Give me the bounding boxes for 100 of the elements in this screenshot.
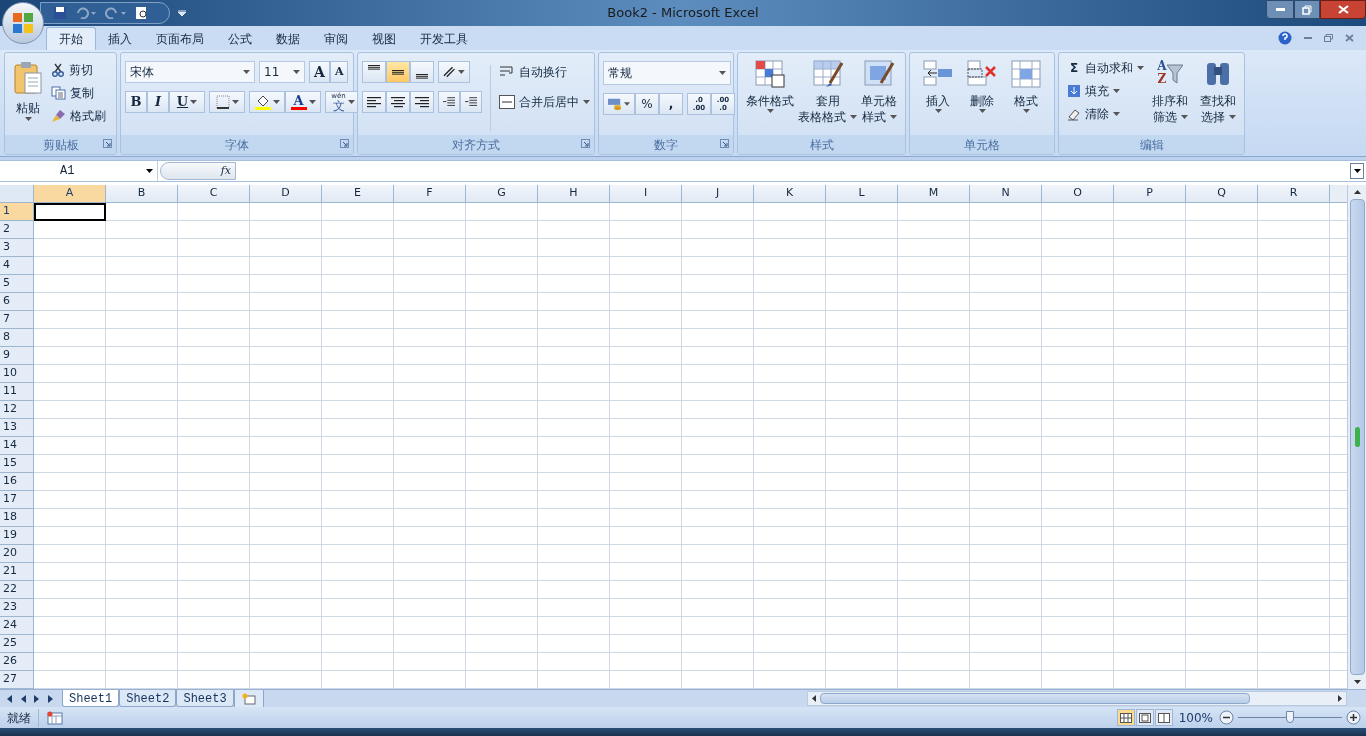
clipboard-command[interactable]: 剪切 [51, 59, 106, 80]
select-all-corner[interactable] [0, 185, 34, 203]
column-header[interactable]: N [970, 185, 1042, 203]
row-header[interactable]: 25 [0, 635, 34, 653]
redo-icon[interactable] [105, 7, 127, 19]
font-color-button[interactable]: A [285, 91, 321, 113]
row-header[interactable]: 5 [0, 275, 34, 293]
style-button[interactable]: 单元格 样式 [861, 57, 897, 135]
horizontal-scrollbar[interactable] [807, 691, 1347, 706]
row-header[interactable]: 8 [0, 329, 34, 347]
row-header[interactable]: 24 [0, 617, 34, 635]
row-header[interactable]: 18 [0, 509, 34, 527]
column-header[interactable]: B [106, 185, 178, 203]
row-header[interactable]: 27 [0, 671, 34, 689]
view-button[interactable] [1116, 709, 1135, 726]
row-header[interactable]: 1 [0, 203, 34, 221]
sort-filter-button[interactable]: A Z 排序和 筛选 [1148, 57, 1192, 135]
vertical-align-button[interactable] [386, 61, 410, 83]
style-button[interactable]: 套用 表格格式 [798, 57, 857, 135]
active-cell[interactable] [34, 203, 106, 221]
column-header[interactable]: O [1042, 185, 1114, 203]
dialog-launcher-icon[interactable] [103, 139, 112, 148]
currency-button[interactable] [603, 93, 635, 115]
row-header[interactable]: 12 [0, 401, 34, 419]
row-header[interactable]: 19 [0, 527, 34, 545]
expand-formula-button[interactable] [1350, 163, 1364, 179]
fill-color-button[interactable] [249, 91, 285, 113]
editing-command[interactable]: 填充 [1067, 80, 1144, 101]
vertical-align-button[interactable] [362, 61, 386, 83]
name-box[interactable]: A1 [0, 161, 158, 181]
column-header[interactable]: A [34, 185, 106, 203]
row-header[interactable]: 9 [0, 347, 34, 365]
row-header[interactable]: 16 [0, 473, 34, 491]
column-header[interactable]: E [322, 185, 394, 203]
merge-center-button[interactable]: 合并后居中 [499, 91, 590, 113]
number-format-field[interactable]: 常规 [603, 61, 731, 85]
close-button[interactable] [1320, 0, 1366, 19]
row-header[interactable]: 15 [0, 455, 34, 473]
row-header[interactable]: 6 [0, 293, 34, 311]
column-header[interactable]: H [538, 185, 610, 203]
scroll-thumb[interactable] [1349, 199, 1365, 675]
style-button[interactable]: 条件格式 [746, 57, 794, 135]
column-header[interactable]: F [394, 185, 466, 203]
vertical-scrollbar[interactable] [1347, 185, 1366, 689]
column-header[interactable]: J [682, 185, 754, 203]
editing-command[interactable]: 清除 [1067, 103, 1144, 124]
restore-button[interactable] [1294, 0, 1320, 19]
row-header[interactable]: 17 [0, 491, 34, 509]
dialog-launcher-icon[interactable] [720, 139, 729, 148]
formula-button[interactable]: fx [160, 162, 236, 180]
dialog-launcher-icon[interactable] [581, 139, 590, 148]
orientation-button[interactable] [438, 61, 470, 83]
zoom-out-icon[interactable] [1219, 710, 1234, 725]
column-header[interactable]: P [1114, 185, 1186, 203]
ribbon-tab[interactable]: 插入 [96, 27, 144, 50]
row-header[interactable]: 4 [0, 257, 34, 275]
column-header[interactable]: D [250, 185, 322, 203]
restore-icon[interactable] [1324, 34, 1333, 42]
horizontal-align-button[interactable] [362, 91, 386, 113]
sheet-tab[interactable]: Sheet3 [176, 690, 234, 707]
bold-button[interactable]: B [125, 91, 147, 113]
row-header[interactable]: 3 [0, 239, 34, 257]
zoom-slider-thumb[interactable] [1286, 711, 1294, 723]
decrease-indent-button[interactable] [438, 91, 460, 113]
row-header[interactable]: 2 [0, 221, 34, 239]
row-header[interactable]: 7 [0, 311, 34, 329]
row-header[interactable]: 20 [0, 545, 34, 563]
horizontal-align-button[interactable] [386, 91, 410, 113]
zoom-in-icon[interactable] [1346, 710, 1361, 725]
minimize-button[interactable] [1266, 0, 1294, 19]
column-header[interactable]: I [610, 185, 682, 203]
row-header[interactable]: 11 [0, 383, 34, 401]
sheet-tab[interactable]: Sheet2 [119, 690, 177, 707]
column-header[interactable]: R [1258, 185, 1330, 203]
ribbon-tab[interactable]: 开始 [46, 27, 96, 50]
ribbon-tab[interactable]: 页面布局 [144, 27, 216, 50]
paste-button[interactable]: 粘贴 [9, 57, 47, 135]
column-header[interactable]: Q [1186, 185, 1258, 203]
column-header[interactable]: C [178, 185, 250, 203]
vertical-align-button[interactable] [410, 61, 434, 83]
save-icon[interactable] [53, 6, 67, 20]
clipboard-command[interactable]: 复制 [51, 82, 106, 103]
underline-button[interactable]: U [169, 91, 205, 113]
row-header[interactable]: 22 [0, 581, 34, 599]
customize-caret-icon[interactable] [178, 10, 186, 16]
row-header[interactable]: 10 [0, 365, 34, 383]
ribbon-tab[interactable]: 视图 [360, 27, 408, 50]
wrap-text-button[interactable]: 自动换行 [499, 61, 590, 83]
ribbon-tab[interactable]: 审阅 [312, 27, 360, 50]
help-icon[interactable] [1278, 31, 1292, 45]
column-header[interactable]: K [754, 185, 826, 203]
macro-record-icon[interactable] [47, 710, 63, 725]
minimize-icon[interactable] [1304, 36, 1312, 40]
column-header[interactable]: L [826, 185, 898, 203]
increase-indent-button[interactable] [460, 91, 482, 113]
clipboard-command[interactable]: 格式刷 [51, 105, 106, 126]
font-size-field[interactable]: 11 [259, 61, 305, 83]
close-icon[interactable] [1345, 34, 1354, 42]
row-header[interactable]: 26 [0, 653, 34, 671]
sheet-tab[interactable]: Sheet1 [62, 690, 120, 707]
